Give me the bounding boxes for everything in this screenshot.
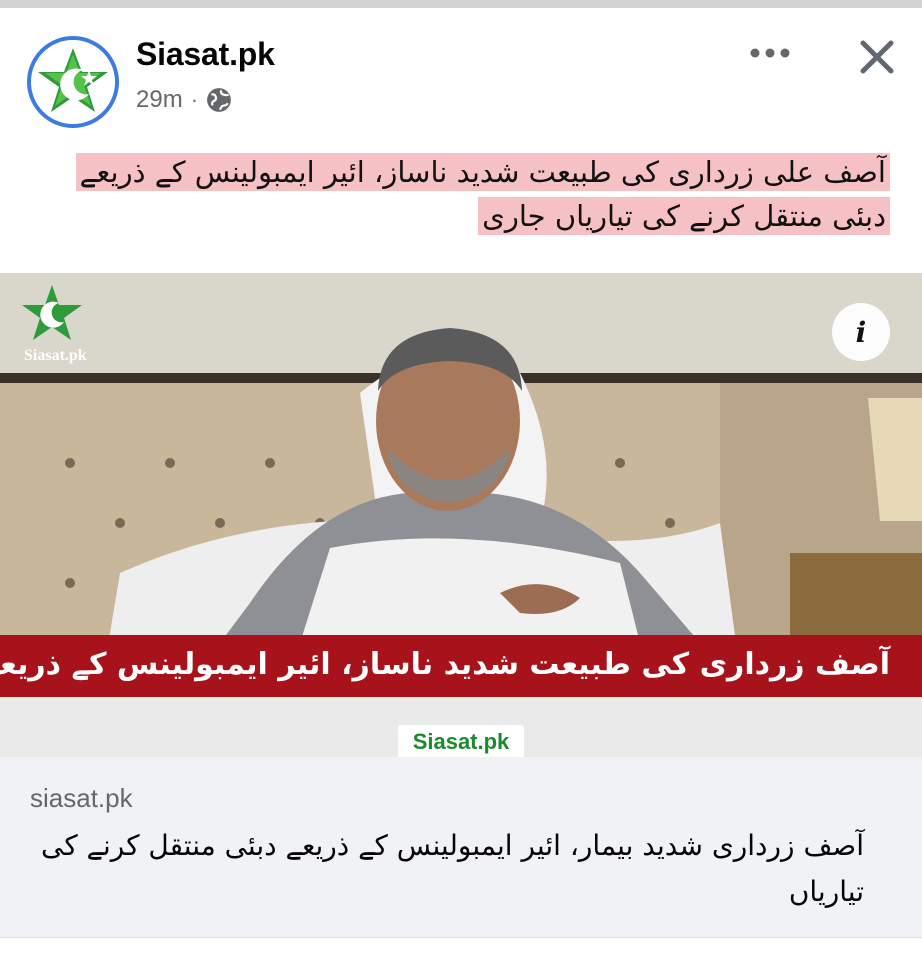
close-button[interactable] bbox=[852, 32, 902, 82]
bottom-divider bbox=[0, 937, 922, 960]
siasat-logo-icon bbox=[31, 40, 115, 124]
info-button[interactable]: i bbox=[832, 303, 890, 361]
link-title: آصف زرداری شدید بیمار، ائیر ایمبولینس کے… bbox=[40, 829, 864, 908]
image-banner-text: آصف زرداری کی طبیعت شدید ناساز، ائیر ایم… bbox=[0, 647, 890, 682]
more-horizontal-icon bbox=[750, 48, 790, 58]
post-meta: 29m · bbox=[136, 86, 232, 114]
post-caption: آصف علی زرداری کی طبیعت شدید ناساز، ائیر… bbox=[30, 150, 890, 238]
top-divider bbox=[0, 0, 922, 8]
link-preview-card[interactable]: siasat.pk آصف زرداری شدید بیمار، ائیر ای… bbox=[0, 757, 922, 937]
page-name[interactable]: Siasat.pk bbox=[136, 36, 275, 73]
image-watermark: Siasat.pk bbox=[398, 725, 524, 757]
globe-icon bbox=[207, 88, 231, 112]
image-logo-label: Siasat.pk bbox=[24, 347, 87, 364]
meta-separator: · bbox=[190, 87, 199, 112]
caption-line-2: دبئی منتقل کرنے کی تیاریاں جاری bbox=[478, 197, 890, 235]
close-icon bbox=[860, 40, 894, 74]
post-header: Siasat.pk 29m · bbox=[0, 8, 922, 138]
link-domain: siasat.pk bbox=[30, 783, 133, 813]
post-image[interactable]: Siasat.pk i آصف زرداری کی طبیعت شدید ناس… bbox=[0, 273, 922, 757]
caption-line-1: آصف علی زرداری کی طبیعت شدید ناساز، ائیر… bbox=[75, 153, 890, 191]
page-avatar[interactable] bbox=[27, 36, 119, 128]
more-options-button[interactable] bbox=[748, 38, 792, 68]
post-time[interactable]: 29m bbox=[136, 86, 183, 114]
